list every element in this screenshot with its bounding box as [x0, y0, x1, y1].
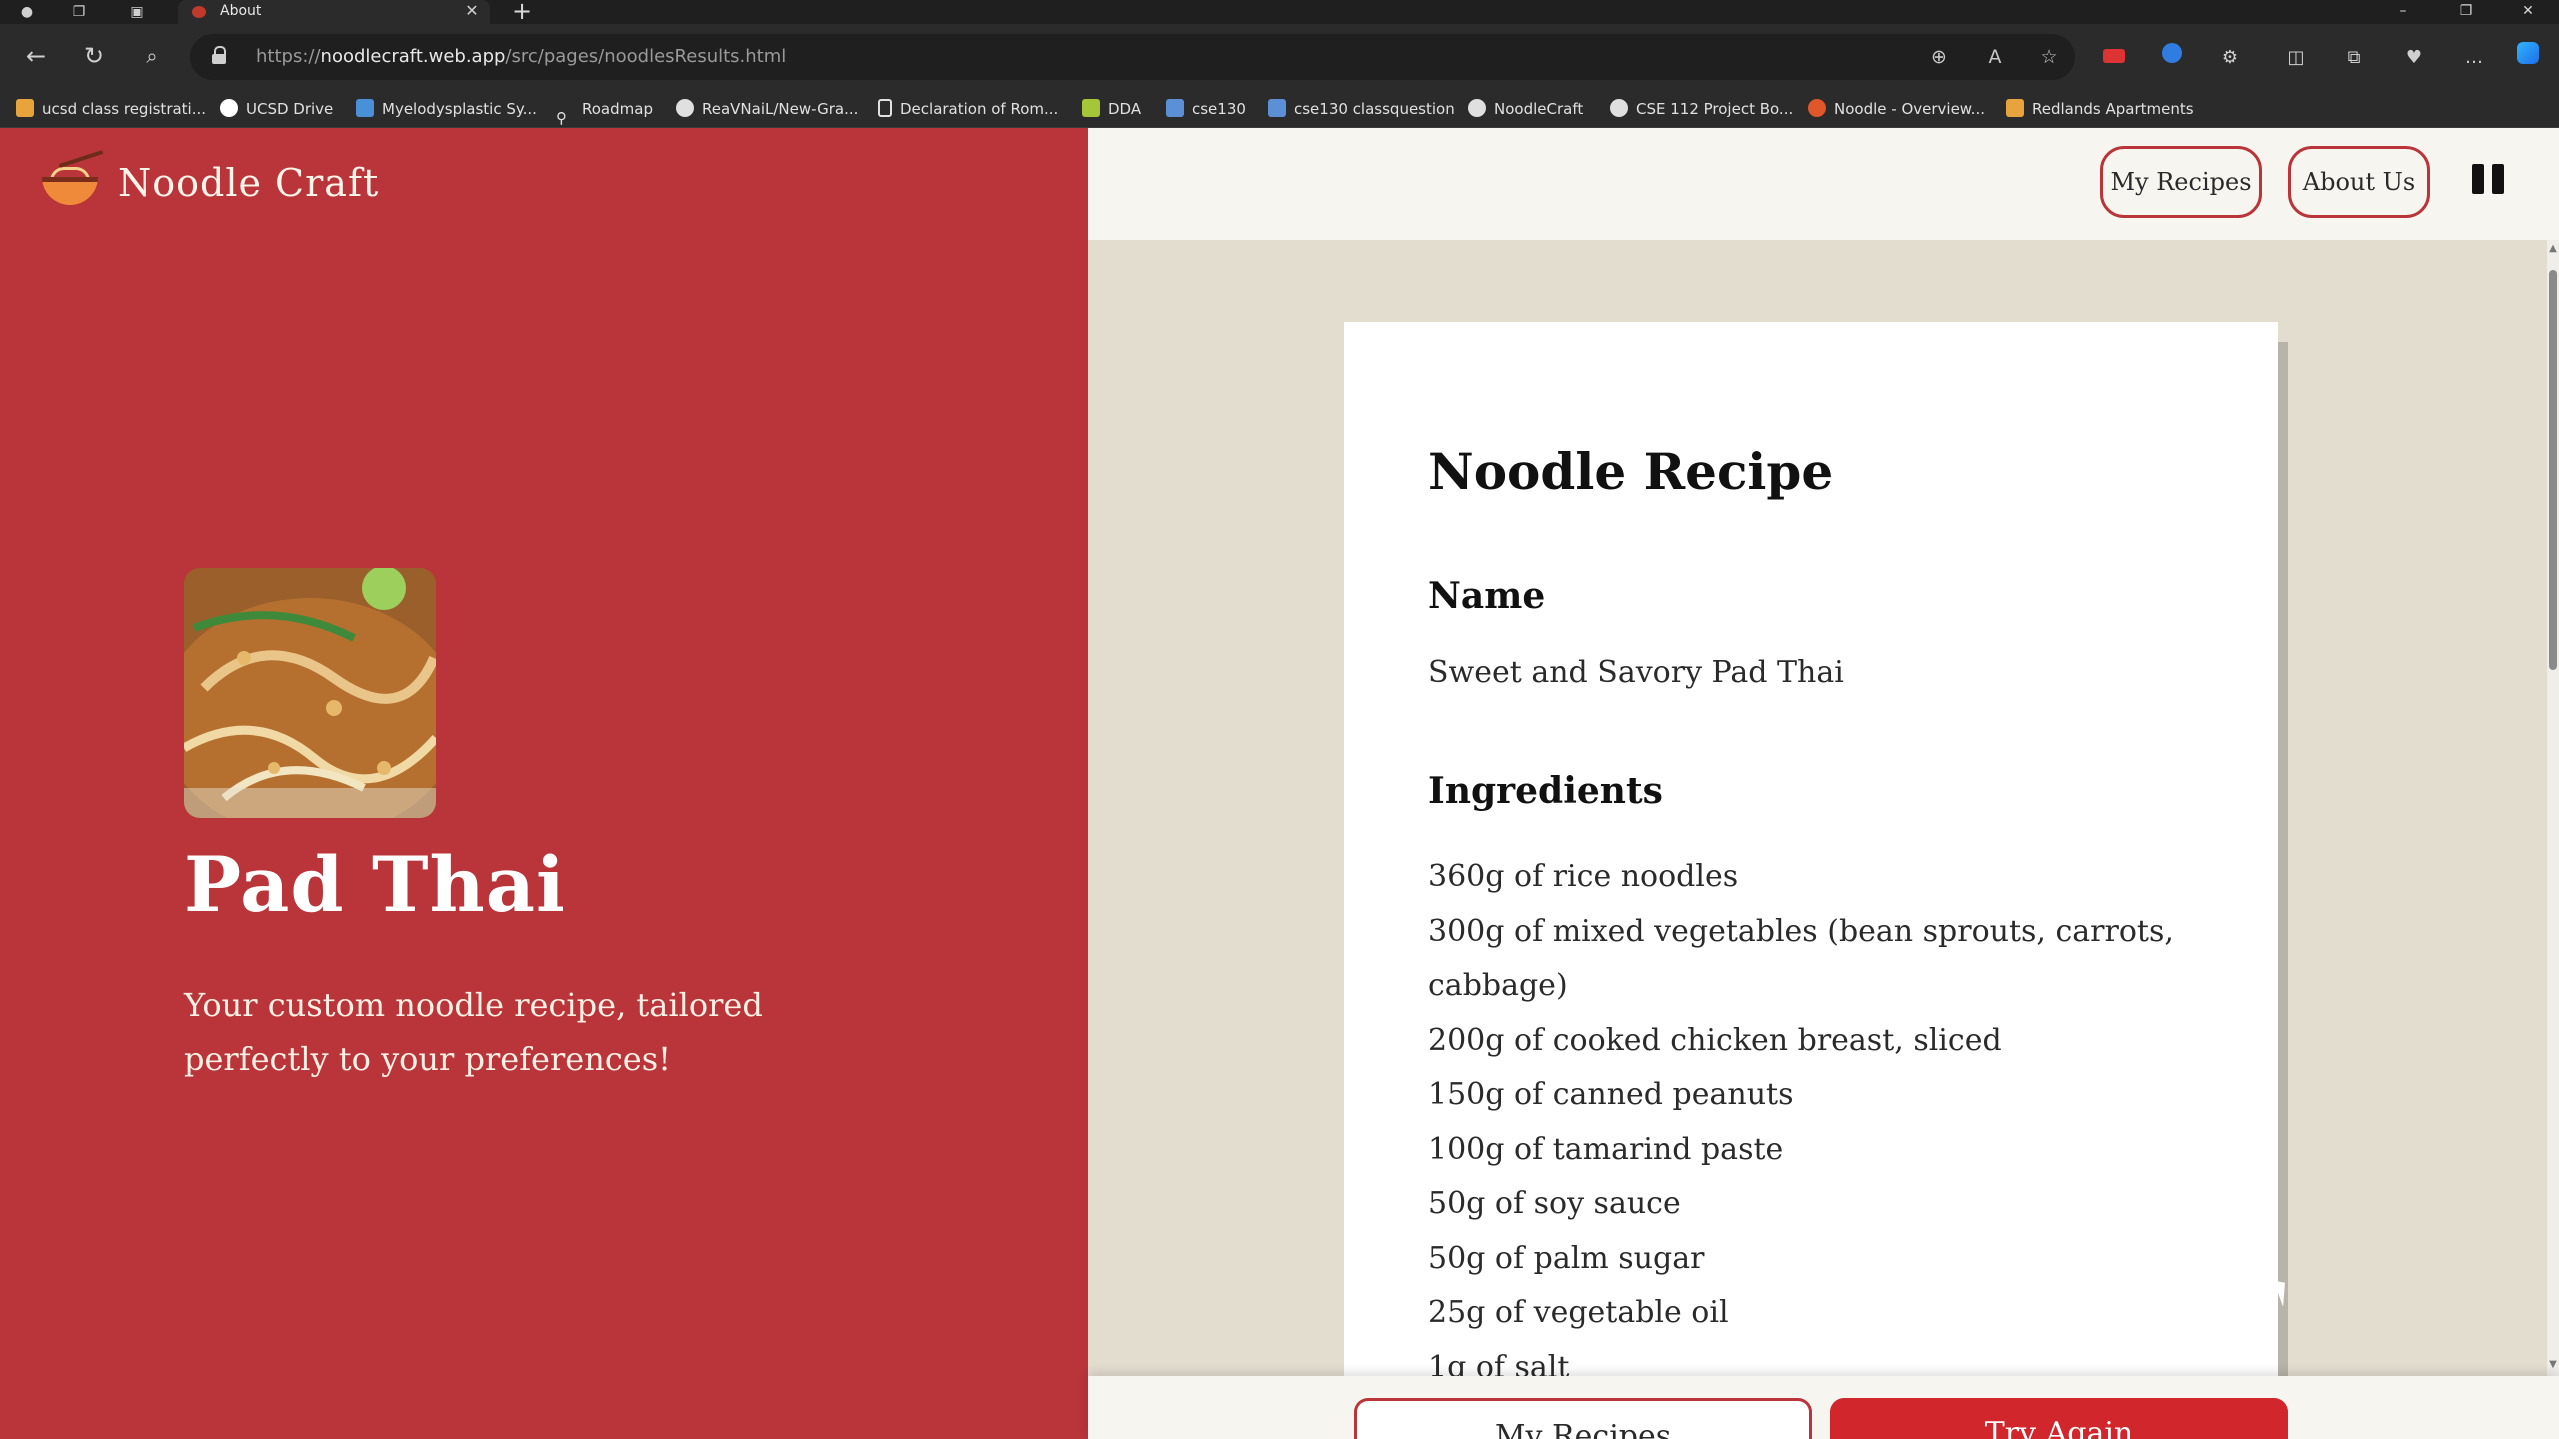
ingredient-item: 150g of canned peanuts [1428, 1077, 1794, 1112]
lock-icon [212, 46, 228, 66]
ingredient-item: 1g of salt [1428, 1349, 1570, 1377]
scroll-up-arrow-icon[interactable]: ▲ [2547, 242, 2559, 256]
tab-title: About [220, 3, 262, 19]
close-tab-icon[interactable]: ✕ [460, 0, 484, 24]
bookmark-item[interactable]: Myelodysplastic Sy... [356, 90, 537, 128]
tab-favicon-icon [192, 6, 206, 18]
action-footer: My Recipes Try Again [1088, 1376, 2559, 1439]
favorite-star-icon[interactable]: ☆ [2036, 44, 2062, 70]
pin-icon: ⚲ [556, 109, 567, 127]
site-icon [1808, 99, 1826, 117]
minimize-button[interactable]: – [2375, 0, 2431, 24]
extension-red-icon[interactable] [2098, 42, 2130, 74]
ingredient-item: 100g of tamarind paste [1428, 1131, 1784, 1167]
recipe-viewer[interactable]: Noodle Recipe Name Sweet and Savory Pad … [1088, 240, 2547, 1376]
address-url: https://noodlecraft.web.app/src/pages/no… [256, 46, 787, 67]
copilot-icon[interactable] [2512, 42, 2544, 74]
site-icon [1166, 99, 1184, 117]
close-window-button[interactable]: ✕ [2500, 0, 2556, 24]
noodle-bowl-icon [40, 149, 104, 211]
scrollbar-thumb[interactable] [2549, 270, 2557, 670]
my-recipes-button[interactable]: My Recipes [2100, 146, 2262, 218]
hero-panel: Noodle Craft Pad Thai Your custom noodle… [0, 128, 1088, 1439]
site-icon [356, 99, 374, 117]
zoom-icon[interactable]: ⊕ [1926, 44, 1952, 70]
new-tab-button[interactable]: + [508, 0, 536, 24]
ingredient-item: 50g of soy sauce [1428, 1186, 1681, 1221]
tab-actions-icon[interactable]: ▣ [120, 0, 154, 24]
document-icon [878, 99, 892, 117]
bookmarks-bar: ucsd class registrati... UCSD Drive Myel… [0, 90, 2559, 128]
bookmark-item[interactable]: Declaration of Rom... [878, 90, 1058, 128]
recipe-section: My Recipes About Us Noodle Recipe Name S… [1088, 128, 2559, 1439]
dda-icon [1082, 99, 1100, 117]
drive-icon [220, 99, 238, 117]
brand-logo-link[interactable]: Noodle Craft [40, 148, 379, 218]
ingredient-item: cabbage) [1428, 968, 1568, 1003]
bookmark-item[interactable]: NoodleCraft [1468, 90, 1583, 128]
collections-icon[interactable]: ⧉ [2338, 42, 2370, 74]
folder-icon [16, 99, 34, 117]
ingredients-list: 360g of rice noodles 300g of mixed veget… [1428, 850, 2194, 1376]
back-arrow-icon[interactable]: ← [14, 34, 58, 78]
ingredient-item: 25g of vegetable oil [1428, 1295, 1729, 1330]
refresh-icon[interactable]: ↻ [72, 34, 116, 78]
split-screen-icon[interactable]: ◫ [2280, 42, 2312, 74]
pause-icon[interactable] [2472, 164, 2506, 194]
scroll-down-arrow-icon[interactable]: ▼ [2547, 1358, 2559, 1372]
bookmark-item[interactable]: cse130 [1166, 90, 1246, 128]
github-icon [1468, 99, 1486, 117]
site-icon [1268, 99, 1286, 117]
bookmark-item[interactable]: ucsd class registrati... [16, 90, 206, 128]
about-us-button[interactable]: About Us [2288, 146, 2430, 218]
ingredients-label: Ingredients [1428, 770, 1663, 812]
footer-my-recipes-button[interactable]: My Recipes [1354, 1398, 1812, 1439]
recipe-name: Sweet and Savory Pad Thai [1428, 655, 1844, 690]
bookmark-item[interactable]: CSE 112 Project Bo... [1610, 90, 1793, 128]
bookmark-item[interactable]: cse130 classquestion [1268, 90, 1455, 128]
brand-name: Noodle Craft [118, 161, 380, 205]
bookmark-item[interactable]: DDA [1082, 90, 1141, 128]
recipe-card: Noodle Recipe Name Sweet and Savory Pad … [1344, 322, 2278, 1376]
browser-essentials-icon[interactable]: ♥ [2398, 42, 2430, 74]
dish-title: Pad Thai [184, 840, 566, 929]
ingredient-item: 200g of cooked chicken breast, sliced [1428, 1022, 2002, 1058]
dish-subtitle: Your custom noodle recipe, tailored perf… [184, 986, 763, 1078]
try-again-button[interactable]: Try Again [1830, 1398, 2288, 1439]
workspaces-icon[interactable]: ❐ [62, 0, 96, 24]
bookmark-item[interactable]: ReaVNaiL/New-Gra... [676, 90, 858, 128]
browser-toolbar: ← ↻ ⌕ https://noodlecraft.web.app/src/pa… [0, 24, 2559, 90]
bookmark-item[interactable]: Redlands Apartments [2006, 90, 2194, 128]
folder-icon [2006, 99, 2024, 117]
address-bar[interactable]: https://noodlecraft.web.app/src/pages/no… [190, 34, 2075, 80]
more-menu-icon[interactable]: … [2458, 42, 2490, 74]
github-icon [1610, 99, 1628, 117]
browser-profile-icon[interactable]: ● [10, 0, 44, 24]
ingredient-item: 50g of palm sugar [1428, 1240, 1705, 1276]
scrollbar[interactable]: ▲ ▼ [2547, 240, 2559, 1376]
pad-thai-image [184, 568, 436, 818]
search-icon[interactable]: ⌕ [130, 34, 174, 78]
bookmark-item[interactable]: Noodle - Overview... [1808, 90, 1985, 128]
bookmark-item[interactable]: ⚲ Roadmap [556, 90, 653, 128]
page-header: My Recipes About Us [1088, 128, 2559, 240]
browser-titlebar: ● ❐ ▣ About ✕ + – ❐ ✕ [0, 0, 2559, 24]
github-icon [676, 99, 694, 117]
name-label: Name [1428, 575, 1546, 617]
ingredient-item: 360g of rice noodles [1428, 859, 1739, 894]
read-aloud-icon[interactable]: A [1982, 44, 2008, 70]
recipe-heading: Noodle Recipe [1428, 442, 1834, 501]
restore-button[interactable]: ❐ [2438, 0, 2494, 24]
extension-blue-icon[interactable] [2156, 42, 2188, 74]
extensions-puzzle-icon[interactable]: ⚙ [2214, 42, 2246, 74]
ingredient-item: 300g of mixed vegetables (bean sprouts, … [1428, 913, 2174, 949]
bookmark-item[interactable]: UCSD Drive [220, 90, 333, 128]
browser-tab-active[interactable]: About ✕ [178, 0, 490, 24]
web-page: Noodle Craft Pad Thai Your custom noodle… [0, 128, 2559, 1439]
